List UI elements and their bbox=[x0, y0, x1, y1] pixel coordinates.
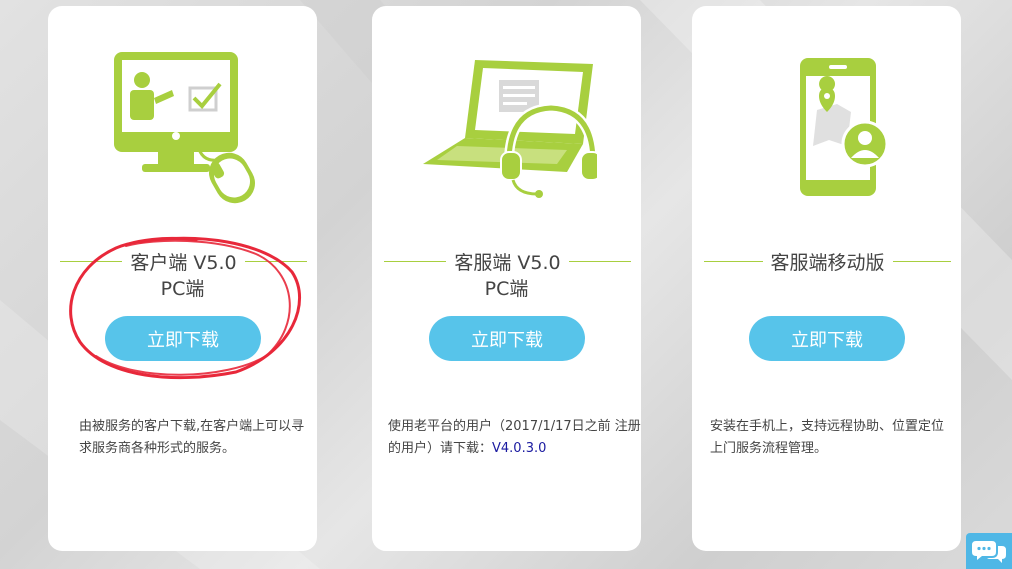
divider-right bbox=[892, 260, 952, 262]
card-description: 使用老平台的用户（2017/1/17日之前 注册的用户）请下载：V4.0.3.0 bbox=[388, 416, 641, 460]
legacy-version-link[interactable]: V4.0.3.0 bbox=[492, 441, 546, 456]
download-button[interactable]: 立即下载 bbox=[429, 316, 585, 361]
divider-right bbox=[568, 260, 632, 262]
download-button[interactable]: 立即下载 bbox=[749, 316, 905, 361]
card-description: 由被服务的客户下载,在客户端上可以寻求服务商各种形式的服务。 bbox=[79, 419, 305, 456]
divider-left bbox=[704, 260, 763, 262]
chat-bubbles-icon bbox=[972, 541, 1006, 563]
divider-right bbox=[244, 260, 308, 262]
card-description: 安装在手机上，支持远程协助、位置定位上门服务流程管理。 bbox=[710, 419, 945, 456]
card-subtitle: PC端 bbox=[484, 278, 529, 300]
client-download-card: 客户端 V5.0 PC端 立即下载 由被服务的客户下载,在客户端上可以寻求服务商… bbox=[48, 6, 317, 551]
chat-widget-button[interactable] bbox=[966, 533, 1012, 569]
mobile-download-card: 客服端移动版 立即下载 安装在手机上，支持远程协助、位置定位上门服务流程管理。 bbox=[692, 6, 961, 551]
download-button[interactable]: 立即下载 bbox=[105, 316, 261, 361]
monitor-presentation-icon bbox=[48, 46, 317, 216]
card-title: 客户端 V5.0 bbox=[130, 251, 237, 274]
card-title: 客服端移动版 bbox=[770, 251, 885, 274]
divider-left bbox=[384, 260, 447, 262]
mobile-map-icon bbox=[692, 46, 961, 216]
divider-left bbox=[60, 260, 123, 262]
card-subtitle: PC端 bbox=[160, 278, 205, 300]
service-desk-download-card: 客服端 V5.0 PC端 立即下载 使用老平台的用户（2017/1/17日之前 … bbox=[372, 6, 641, 551]
laptop-headset-icon bbox=[372, 46, 641, 216]
card-title: 客服端 V5.0 bbox=[454, 251, 561, 274]
